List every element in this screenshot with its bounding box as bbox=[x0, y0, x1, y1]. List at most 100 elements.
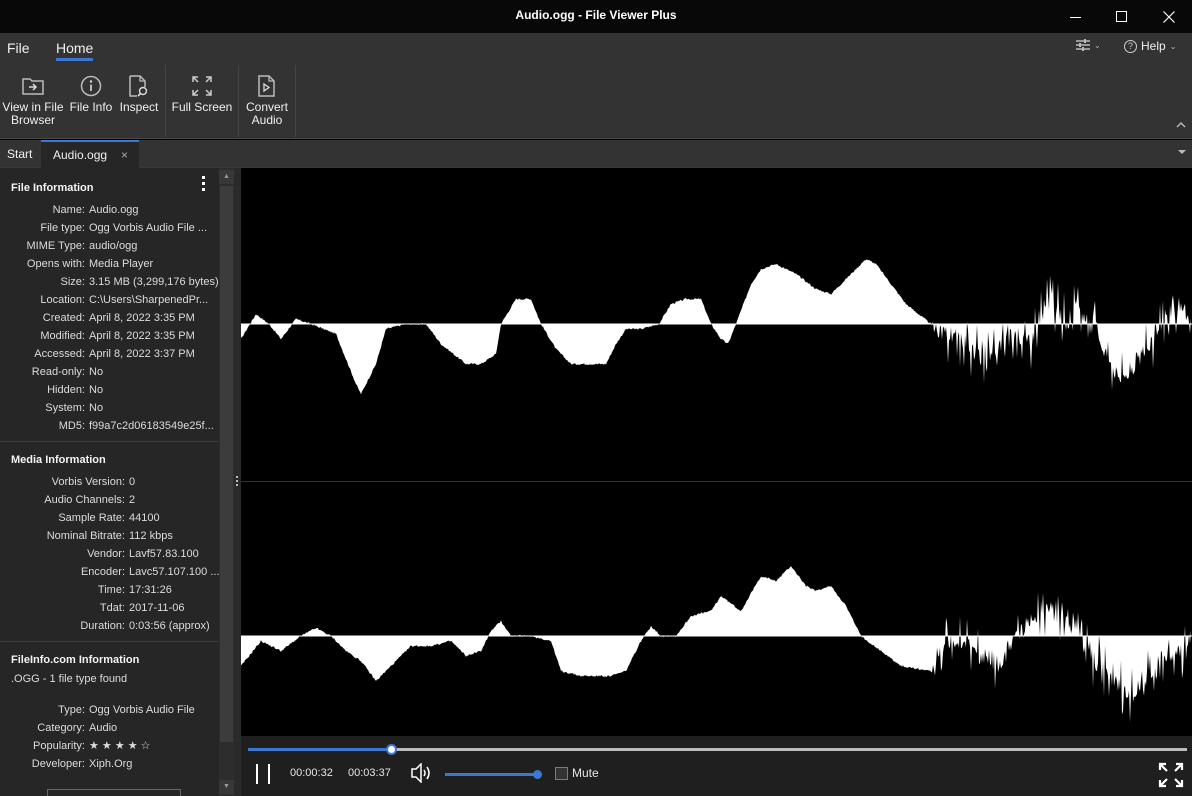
scroll-up-button[interactable]: ▲ bbox=[219, 170, 234, 184]
seek-thumb[interactable] bbox=[385, 744, 397, 755]
info-key: Sample Rate: bbox=[58, 512, 125, 524]
file-info-button[interactable]: File Info bbox=[68, 63, 114, 135]
maximize-icon bbox=[1116, 10, 1127, 22]
minimize-button[interactable] bbox=[1053, 0, 1099, 33]
seek-progress bbox=[248, 748, 391, 751]
help-dropdown-button[interactable]: ? Help ⌄ bbox=[1124, 39, 1176, 53]
info-key: Type: bbox=[58, 704, 85, 716]
tabs-dropdown-button[interactable] bbox=[1178, 148, 1186, 157]
info-value: No bbox=[89, 366, 104, 378]
info-row: Time: 17:31:26 bbox=[0, 581, 219, 599]
collapse-ribbon-button[interactable] bbox=[1176, 120, 1186, 131]
info-value: No bbox=[89, 402, 104, 414]
info-row: Audio Channels: 2 bbox=[0, 491, 219, 509]
inspect-button[interactable]: Inspect bbox=[117, 63, 161, 135]
info-value: Audio bbox=[89, 722, 118, 734]
file-info-label: File Info bbox=[69, 100, 113, 114]
close-tab-icon[interactable]: × bbox=[121, 148, 128, 162]
scroll-down-button[interactable]: ▼ bbox=[219, 780, 234, 794]
info-row: MD5: f99a7c2d06183549e25f... bbox=[0, 417, 219, 435]
info-key: Audio Channels: bbox=[44, 494, 125, 506]
chevron-down-icon: ⌄ bbox=[1169, 41, 1177, 51]
seek-slider[interactable] bbox=[248, 744, 1187, 755]
info-value: Xiph.Org bbox=[89, 758, 133, 770]
file-search-icon bbox=[129, 75, 148, 97]
info-row: Popularity: ★ ★ ★ ★ ☆ bbox=[0, 737, 219, 755]
help-circle-icon: ? bbox=[1124, 39, 1137, 53]
more-info-button[interactable] bbox=[47, 789, 181, 796]
info-value: 0 bbox=[129, 476, 136, 488]
info-row: Type: Ogg Vorbis Audio File bbox=[0, 701, 219, 719]
close-button[interactable] bbox=[1146, 0, 1192, 33]
window-title: Audio.ogg - File Viewer Plus bbox=[515, 8, 677, 22]
pause-button[interactable] bbox=[256, 764, 270, 784]
ribbon-separator bbox=[295, 65, 296, 137]
info-row: Vorbis Version: 0 bbox=[0, 473, 219, 491]
volume-slider[interactable] bbox=[445, 769, 542, 779]
info-row: Name: Audio.ogg bbox=[0, 201, 219, 219]
info-value: April 8, 2022 3:35 PM bbox=[89, 312, 195, 324]
info-key: Name: bbox=[52, 204, 85, 216]
convert-audio-button[interactable]: Convert Audio bbox=[243, 63, 291, 135]
expand-icon bbox=[192, 76, 212, 96]
info-value: 44100 bbox=[129, 512, 160, 524]
info-value: 3.15 MB (3,299,176 bytes) bbox=[89, 276, 219, 288]
tab-start-label: Start bbox=[7, 147, 33, 161]
info-value: Ogg Vorbis Audio File bbox=[89, 704, 195, 716]
info-key: System: bbox=[45, 402, 85, 414]
inspect-label: Inspect bbox=[119, 100, 159, 114]
speaker-icon bbox=[411, 762, 430, 784]
mute-checkbox[interactable]: Mute bbox=[555, 766, 599, 780]
volume-button[interactable] bbox=[411, 762, 433, 786]
info-key: Location: bbox=[40, 294, 85, 306]
splitter-grip-icon bbox=[236, 476, 238, 486]
info-row: Vendor: Lavf57.83.100 bbox=[0, 545, 219, 563]
info-key: Developer: bbox=[31, 758, 85, 770]
info-key: Read-only: bbox=[31, 366, 85, 378]
info-value: 2017-11-06 bbox=[129, 602, 185, 614]
info-key: Accessed: bbox=[34, 348, 85, 360]
view-in-file-browser-label-2: Browser bbox=[10, 113, 55, 127]
tab-audio-ogg[interactable]: Audio.ogg × bbox=[41, 140, 139, 168]
maximize-button[interactable] bbox=[1099, 0, 1145, 33]
fileinfo-com-title: FileInfo.com Information bbox=[11, 654, 140, 666]
document-tab-bar: Start Audio.ogg × bbox=[0, 140, 1192, 168]
menu-home[interactable]: Home bbox=[56, 40, 94, 61]
info-key: MIME Type: bbox=[26, 240, 85, 252]
menu-bar: File Home ⌄ ? Help ⌄ bbox=[0, 33, 1192, 63]
full-screen-button[interactable]: Full Screen bbox=[170, 63, 234, 135]
pause-icon bbox=[256, 764, 258, 784]
volume-thumb[interactable] bbox=[533, 769, 542, 779]
mute-checkbox-box[interactable] bbox=[555, 766, 568, 780]
info-row: Developer: Xiph.Org bbox=[0, 755, 219, 773]
info-key: Created: bbox=[42, 312, 85, 324]
folder-arrow-icon bbox=[22, 78, 44, 95]
convert-audio-label-2: Audio bbox=[251, 113, 283, 127]
media-information-title: Media Information bbox=[11, 454, 106, 466]
info-value: April 8, 2022 3:37 PM bbox=[89, 348, 195, 360]
player-controls: 00:00:32 00:03:37 Mute bbox=[241, 736, 1192, 796]
view-in-file-browser-button[interactable]: View in File Browser bbox=[2, 63, 64, 135]
scroll-thumb[interactable] bbox=[220, 186, 233, 742]
sidebar-scrollbar[interactable]: ▲ ▼ bbox=[219, 168, 234, 796]
settings-dropdown-button[interactable]: ⌄ bbox=[1076, 39, 1101, 51]
sliders-icon bbox=[1076, 39, 1090, 51]
tab-audio-ogg-label: Audio.ogg bbox=[53, 148, 108, 162]
tab-start[interactable]: Start bbox=[7, 140, 32, 168]
info-value: Audio.ogg bbox=[89, 204, 139, 216]
info-value: 112 kbps bbox=[129, 530, 173, 542]
info-row: File type: Ogg Vorbis Audio File ... bbox=[0, 219, 219, 237]
info-row: Nominal Bitrate: 112 kbps bbox=[0, 527, 219, 545]
info-value: ★ ★ ★ ★ ☆ bbox=[89, 740, 151, 752]
info-row: System: No bbox=[0, 399, 219, 417]
info-row: Encoder: Lavc57.107.100 ... bbox=[0, 563, 219, 581]
kebab-menu-icon[interactable] bbox=[202, 176, 206, 191]
info-key: Encoder: bbox=[80, 566, 125, 578]
fullscreen-button[interactable] bbox=[1158, 762, 1184, 791]
info-key: Popularity: bbox=[33, 740, 85, 752]
info-row: Sample Rate: 44100 bbox=[0, 509, 219, 527]
panel-splitter[interactable] bbox=[234, 168, 241, 796]
waveform-view[interactable] bbox=[241, 168, 1192, 736]
menu-file[interactable]: File bbox=[7, 40, 30, 56]
info-sidebar: File Information Name: Audio.ogg File type… bbox=[0, 168, 219, 796]
